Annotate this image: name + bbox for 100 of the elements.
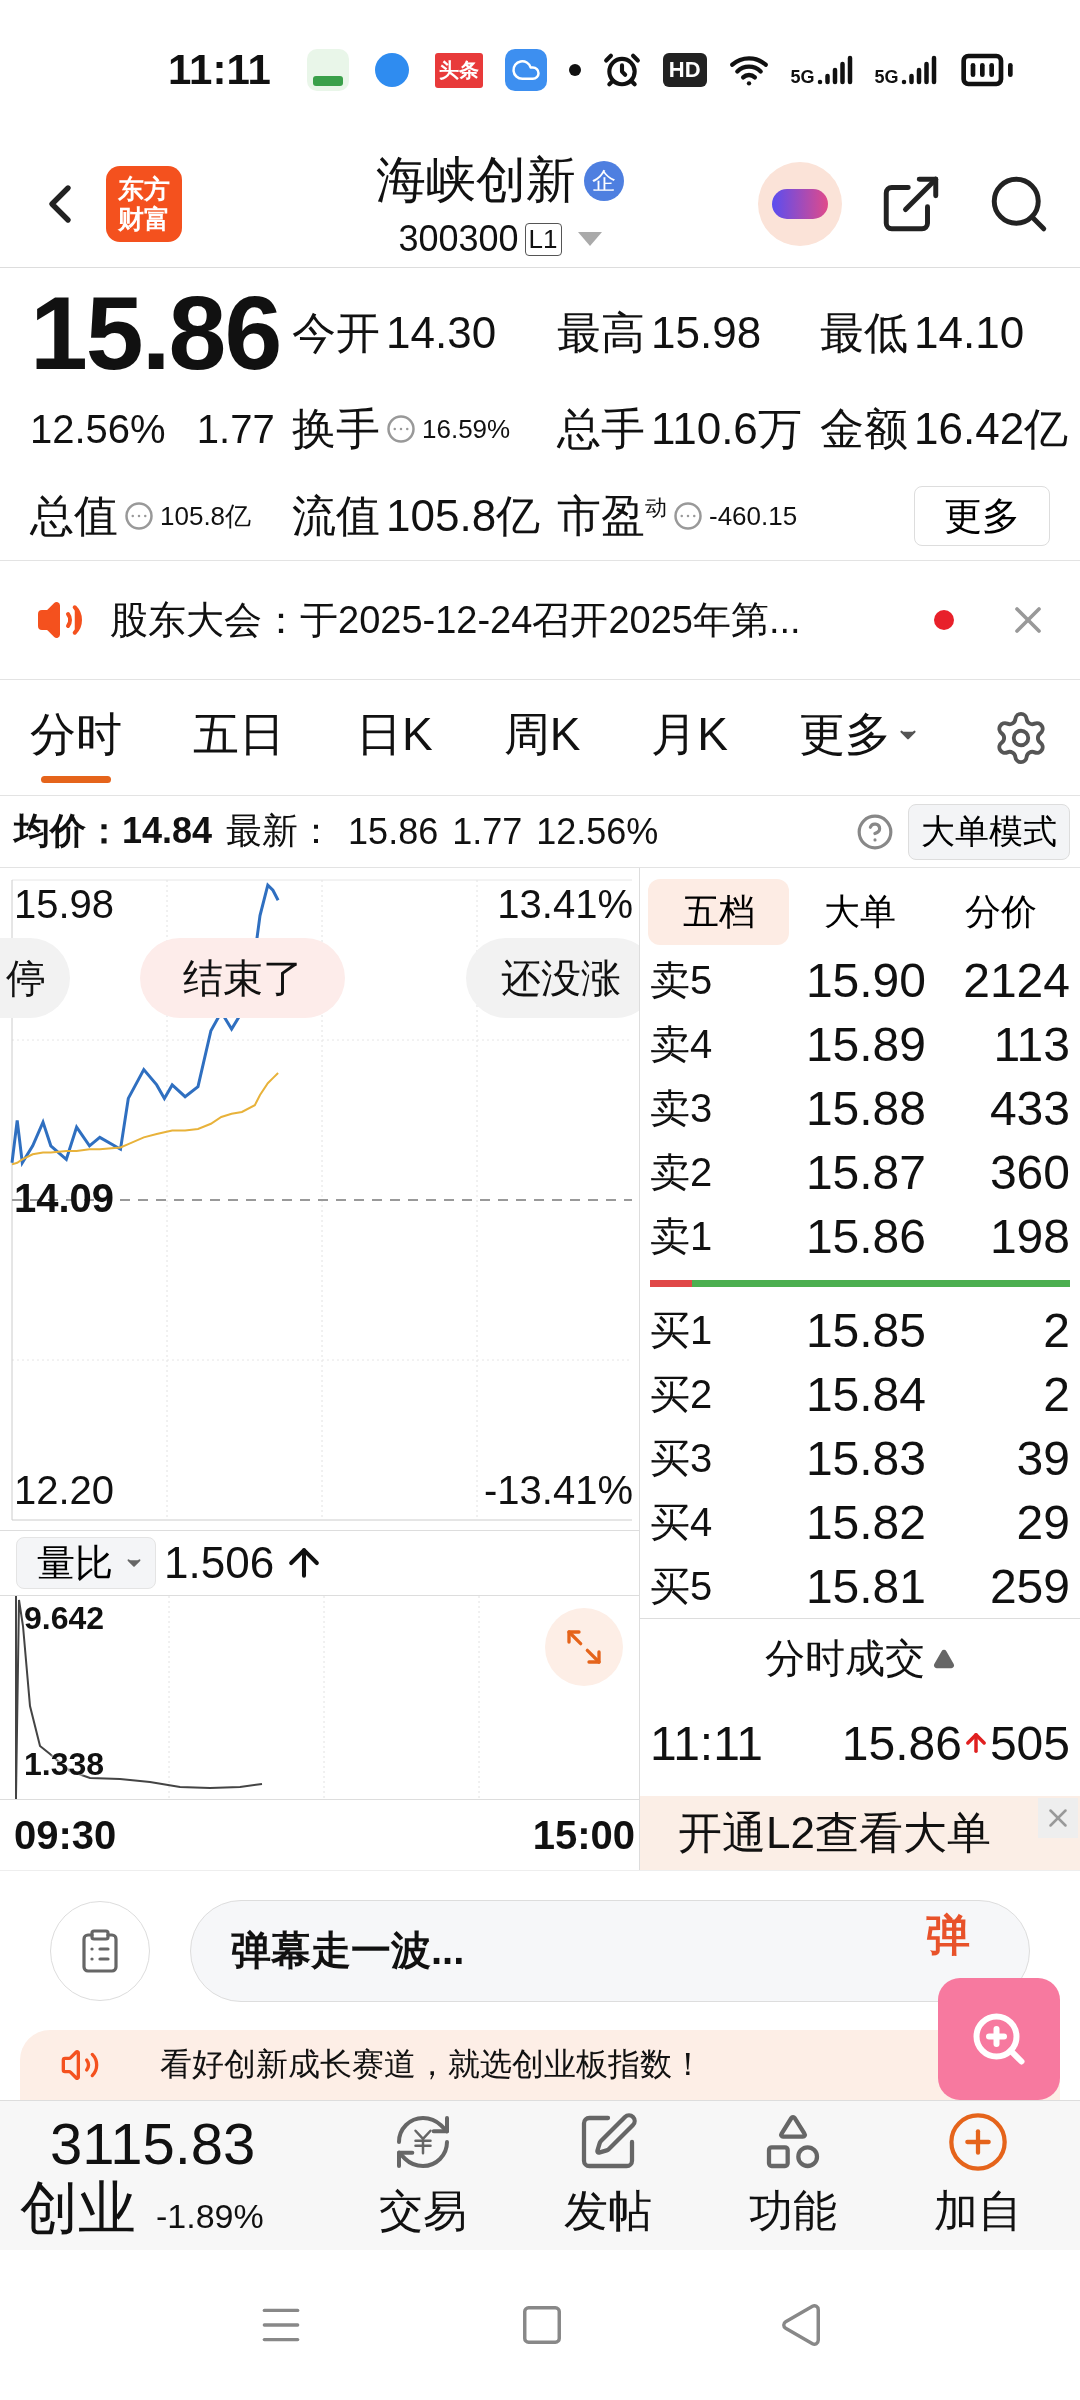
chart-tab[interactable]: 日K xyxy=(355,692,433,783)
time-label: 15:00 xyxy=(532,1812,635,1858)
level-tag: L1 xyxy=(524,222,562,256)
alarm-icon xyxy=(602,51,641,89)
order-price: 15.89 xyxy=(804,1016,926,1072)
stock-name: 海峡创新 xyxy=(376,151,576,210)
stat-label: 金额 xyxy=(820,402,908,455)
order-price: 15.82 xyxy=(804,1494,926,1550)
indicator-dropdown[interactable]: 量比 xyxy=(16,1537,156,1589)
indicator-value: 1.506 xyxy=(164,1538,275,1588)
order-price: 15.88 xyxy=(804,1080,926,1136)
nav-item[interactable]: 功能 xyxy=(700,2109,885,2242)
latest-value: 12.56% xyxy=(536,810,659,853)
stat-label: 今开 xyxy=(292,306,380,359)
axis-label: 14.09 xyxy=(14,1176,115,1221)
notification-dot xyxy=(568,64,581,76)
chart-tab[interactable]: 五日 xyxy=(193,692,285,783)
order-volume: 29 xyxy=(1015,1494,1070,1550)
stat-value: 14.10 xyxy=(914,308,1025,358)
order-level-label: 买1 xyxy=(650,1306,714,1354)
order-volume: 2124 xyxy=(962,952,1070,1008)
company-badge: 企 xyxy=(584,160,624,201)
network-label: 5G xyxy=(874,67,899,88)
chart-tab[interactable]: 分时 xyxy=(30,692,122,783)
order-price: 15.83 xyxy=(804,1430,926,1486)
caret-icon xyxy=(577,232,602,246)
hd-badge: HD xyxy=(662,53,707,87)
order-price: 15.86 xyxy=(804,1208,926,1264)
order-volume: 2 xyxy=(1042,1366,1070,1422)
danmaku-label: 弹 xyxy=(926,1908,970,1961)
average-price: 均价：14.84 xyxy=(14,809,213,853)
danmaku-bubble: 还没涨 xyxy=(466,938,639,1018)
order-volume: 360 xyxy=(988,1144,1070,1200)
order-volume: 113 xyxy=(992,1016,1070,1072)
stat-value: 16.59% xyxy=(422,413,511,445)
order-level-label: 卖4 xyxy=(650,1020,714,1068)
trade-time: 11:11 xyxy=(650,1715,764,1771)
trade-volume: 505 xyxy=(989,1715,1070,1771)
order-book-tab[interactable]: 分价 xyxy=(930,879,1072,945)
latest-label: 最新： xyxy=(226,809,335,853)
order-level-label: 买2 xyxy=(650,1370,714,1418)
stat-label: 换手 xyxy=(292,402,380,455)
stat-value: 14.30 xyxy=(386,308,497,358)
index-ticker[interactable]: 3115.83 创业 -1.89% xyxy=(10,2111,330,2240)
stat-value: 110.6万 xyxy=(651,402,802,455)
nav-item[interactable]: 交易 xyxy=(330,2109,515,2242)
stat-value: 16.42亿 xyxy=(914,402,1069,455)
chart-tab[interactable]: 月K xyxy=(651,692,728,783)
axis-label: -13.41% xyxy=(484,1468,633,1513)
big-order-mode-button[interactable]: 大单模式 xyxy=(908,803,1070,860)
stat-label: 最高 xyxy=(557,306,645,359)
order-volume: 259 xyxy=(988,1558,1070,1614)
nav-item[interactable]: 加自 xyxy=(885,2109,1070,2242)
more-button[interactable]: 更多 xyxy=(914,486,1050,546)
app-icon xyxy=(306,49,349,91)
order-level-label: 卖5 xyxy=(650,956,714,1004)
chart-tab[interactable]: 更多 xyxy=(799,692,921,783)
trade-price: 15.86 xyxy=(840,1715,962,1771)
order-price: 15.85 xyxy=(804,1302,926,1358)
axis-label: 12.20 xyxy=(14,1468,115,1513)
order-volume: 39 xyxy=(1015,1430,1070,1486)
stat-value: 15.98 xyxy=(651,308,762,358)
chart-tab[interactable]: 周K xyxy=(503,692,581,783)
order-book-tab[interactable]: 大单 xyxy=(789,879,931,945)
network-label: 5G xyxy=(790,67,815,88)
info-icon xyxy=(386,414,416,444)
order-price: 15.81 xyxy=(804,1558,926,1614)
stat-label: 市盈$^{动}$ xyxy=(557,489,667,542)
order-book-tab[interactable]: 五档 xyxy=(648,879,790,945)
order-price: 15.84 xyxy=(804,1366,926,1422)
app-logo: 东方 财富 xyxy=(106,165,182,242)
order-level-label: 卖2 xyxy=(650,1148,714,1196)
caret-icon xyxy=(933,1647,955,1670)
axis-label: 15.98 xyxy=(14,882,115,927)
cloud-icon xyxy=(504,49,547,91)
zoom-button[interactable] xyxy=(938,1978,1060,2100)
upgrade-banner[interactable]: 开通L2查看大单 xyxy=(640,1796,1080,1870)
order-level-label: 买3 xyxy=(650,1434,714,1482)
order-level-label: 买5 xyxy=(650,1562,714,1610)
stat-value: 105.8亿 xyxy=(386,489,541,542)
info-icon xyxy=(124,501,154,531)
status-time: 11:11 xyxy=(168,46,271,94)
expand-icon xyxy=(564,1627,604,1667)
latest-value: 15.86 xyxy=(348,810,439,853)
app-tag: 头条 xyxy=(434,52,483,88)
notice-text[interactable]: 股东大会：于2025-12-24召开2025年第... xyxy=(110,594,908,646)
price-change: 12.56% 1.77 xyxy=(30,406,276,452)
order-volume: 198 xyxy=(988,1208,1070,1264)
stat-label: 流值 xyxy=(292,489,380,542)
nav-item[interactable]: 发帖 xyxy=(515,2109,700,2242)
trades-header[interactable]: 分时成交 xyxy=(640,1618,1080,1698)
axis-label: 9.642 xyxy=(24,1600,105,1637)
danmaku-bubble: 结束了 xyxy=(140,938,345,1018)
order-volume: 433 xyxy=(988,1080,1070,1136)
info-icon xyxy=(673,501,703,531)
time-label: 09:30 xyxy=(14,1812,117,1858)
stat-value: -460.15 xyxy=(709,500,798,532)
order-level-label: 买4 xyxy=(650,1498,714,1546)
danmaku-bubble: 停 xyxy=(0,938,70,1018)
current-price: 15.86 xyxy=(30,273,282,393)
